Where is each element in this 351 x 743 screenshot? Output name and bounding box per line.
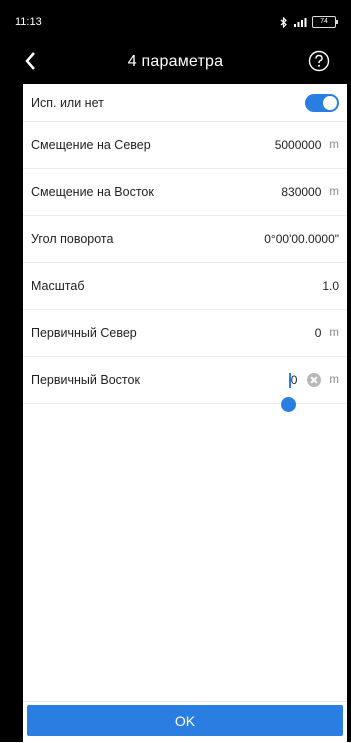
status-time: 11:13: [15, 16, 42, 28]
row-value: 0°00'00.0000": [264, 232, 339, 246]
primary-east-row[interactable]: Первичный Восток 0 m: [23, 357, 347, 412]
status-bar: 11:13 74: [15, 9, 338, 35]
use-toggle-row[interactable]: Исп. или нет: [23, 84, 347, 122]
east-offset-field[interactable]: 830000 m: [281, 169, 339, 215]
row-value: 0: [290, 373, 298, 387]
rotation-angle-field[interactable]: 0°00'00.0000": [264, 216, 339, 262]
row-value: 5000000: [274, 138, 322, 152]
back-arrow-icon[interactable]: [21, 49, 41, 73]
row-label: Первичный Восток: [31, 373, 140, 387]
help-icon[interactable]: [308, 50, 330, 72]
footer: OK: [23, 701, 347, 743]
row-unit: m: [329, 186, 339, 198]
footer-divider: [23, 701, 347, 702]
row-value: 830000: [281, 185, 322, 199]
clear-icon[interactable]: [307, 373, 322, 387]
text-cursor: [288, 372, 291, 388]
signal-icon: [294, 18, 307, 27]
app-bar: 4 параметра: [15, 39, 336, 84]
status-icons: 74: [280, 16, 338, 28]
east-offset-row[interactable]: Смещение на Восток 830000 m: [23, 169, 347, 216]
parameters-list: Исп. или нет Смещение на Север 5000000 m…: [23, 84, 347, 701]
input-text-wrap: 0: [280, 372, 298, 412]
toggle-knob: [323, 96, 337, 110]
page-title: 4 параметра: [127, 52, 224, 70]
cursor-handle[interactable]: [280, 396, 296, 412]
row-unit: m: [329, 327, 339, 339]
row-unit: m: [329, 374, 339, 386]
bluetooth-icon: [280, 16, 287, 28]
primary-north-field[interactable]: 0 m: [315, 310, 339, 356]
primary-north-row[interactable]: Первичный Север 0 m: [23, 310, 347, 357]
battery-icon: 74: [312, 16, 338, 28]
use-toggle[interactable]: [305, 94, 339, 112]
row-label: Смещение на Восток: [31, 185, 154, 199]
row-value: 1.0: [322, 279, 339, 293]
rotation-angle-row[interactable]: Угол поворота 0°00'00.0000": [23, 216, 347, 263]
scale-row[interactable]: Масштаб 1.0: [23, 263, 347, 310]
row-label: Масштаб: [31, 279, 85, 293]
row-label: Смещение на Север: [31, 138, 151, 152]
row-value: 0: [314, 326, 322, 340]
row-label: Угол поворота: [31, 232, 114, 246]
north-offset-field[interactable]: 5000000 m: [275, 122, 339, 168]
ok-button[interactable]: OK: [27, 705, 343, 736]
phone-frame: 11:13 74 4 параметра Исп. или нет Смещен…: [0, 0, 351, 743]
row-unit: m: [329, 139, 339, 151]
primary-east-input[interactable]: 0 m: [280, 357, 339, 412]
scale-field[interactable]: 1.0: [322, 263, 339, 309]
row-label: Исп. или нет: [31, 95, 104, 110]
north-offset-row[interactable]: Смещение на Север 5000000 m: [23, 122, 347, 169]
row-label: Первичный Север: [31, 326, 137, 340]
